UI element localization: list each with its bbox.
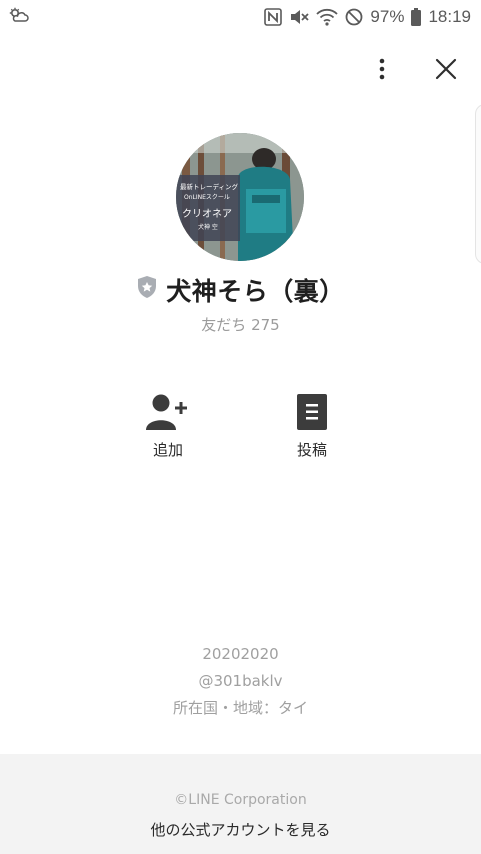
- side-drawer-handle[interactable]: [475, 104, 481, 264]
- profile-avatar[interactable]: 最新トレーディング OnLINEスクール クリオネア 犬神 空: [176, 133, 304, 261]
- avatar-text-line4: 犬神 空: [198, 223, 218, 231]
- profile-actions: 追加 投稿: [0, 393, 481, 463]
- status-right: 97% 18:19: [264, 7, 471, 27]
- copyright: ©LINE Corporation: [174, 792, 307, 808]
- info-date: 20202020: [202, 645, 279, 663]
- posts-button[interactable]: 投稿: [272, 393, 352, 460]
- line-id: @301baklv: [198, 672, 283, 690]
- other-official-accounts-link[interactable]: 他の公式アカウントを見る: [150, 819, 330, 840]
- account-name: 犬神そら（裏）: [166, 277, 345, 306]
- weather-cloud-icon: [8, 7, 30, 28]
- official-shield-icon: [138, 276, 157, 298]
- account-info: 20202020 @301baklv 所在国・地域：タイ: [0, 645, 481, 726]
- posts-icon: [297, 394, 327, 430]
- more-vertical-icon[interactable]: [365, 52, 399, 86]
- posts-label: 投稿: [296, 441, 327, 459]
- mute-icon: [289, 8, 310, 26]
- friends-count: 友だち 275: [201, 316, 280, 334]
- battery-icon: [411, 8, 422, 26]
- line-official-account-profile: 97% 18:19 最新トレーディング OnLINEスクール クリオネア 犬神 …: [0, 0, 481, 854]
- clock: 18:19: [428, 7, 471, 26]
- add-friend-icon: [146, 394, 187, 430]
- wifi-icon: [316, 8, 339, 26]
- nfc-icon: [264, 8, 283, 26]
- battery-percent: 97%: [370, 7, 405, 26]
- do-not-disturb-icon: [345, 8, 363, 26]
- close-icon[interactable]: [429, 52, 463, 86]
- status-left: [8, 7, 30, 28]
- footer: ©LINE Corporation 他の公式アカウントを見る: [0, 754, 481, 854]
- header-actions: [365, 52, 463, 86]
- avatar-text-line2: OnLINEスクール: [184, 194, 230, 201]
- status-bar: 97% 18:19: [0, 0, 481, 34]
- avatar-text-line3: クリオネア: [182, 208, 232, 220]
- location: 所在国・地域：タイ: [172, 699, 308, 717]
- add-friend-button[interactable]: 追加: [128, 393, 208, 460]
- add-friend-label: 追加: [152, 441, 183, 459]
- avatar-text-line1: 最新トレーディング: [180, 182, 239, 191]
- account-name-row: 犬神そら（裏）: [0, 272, 481, 308]
